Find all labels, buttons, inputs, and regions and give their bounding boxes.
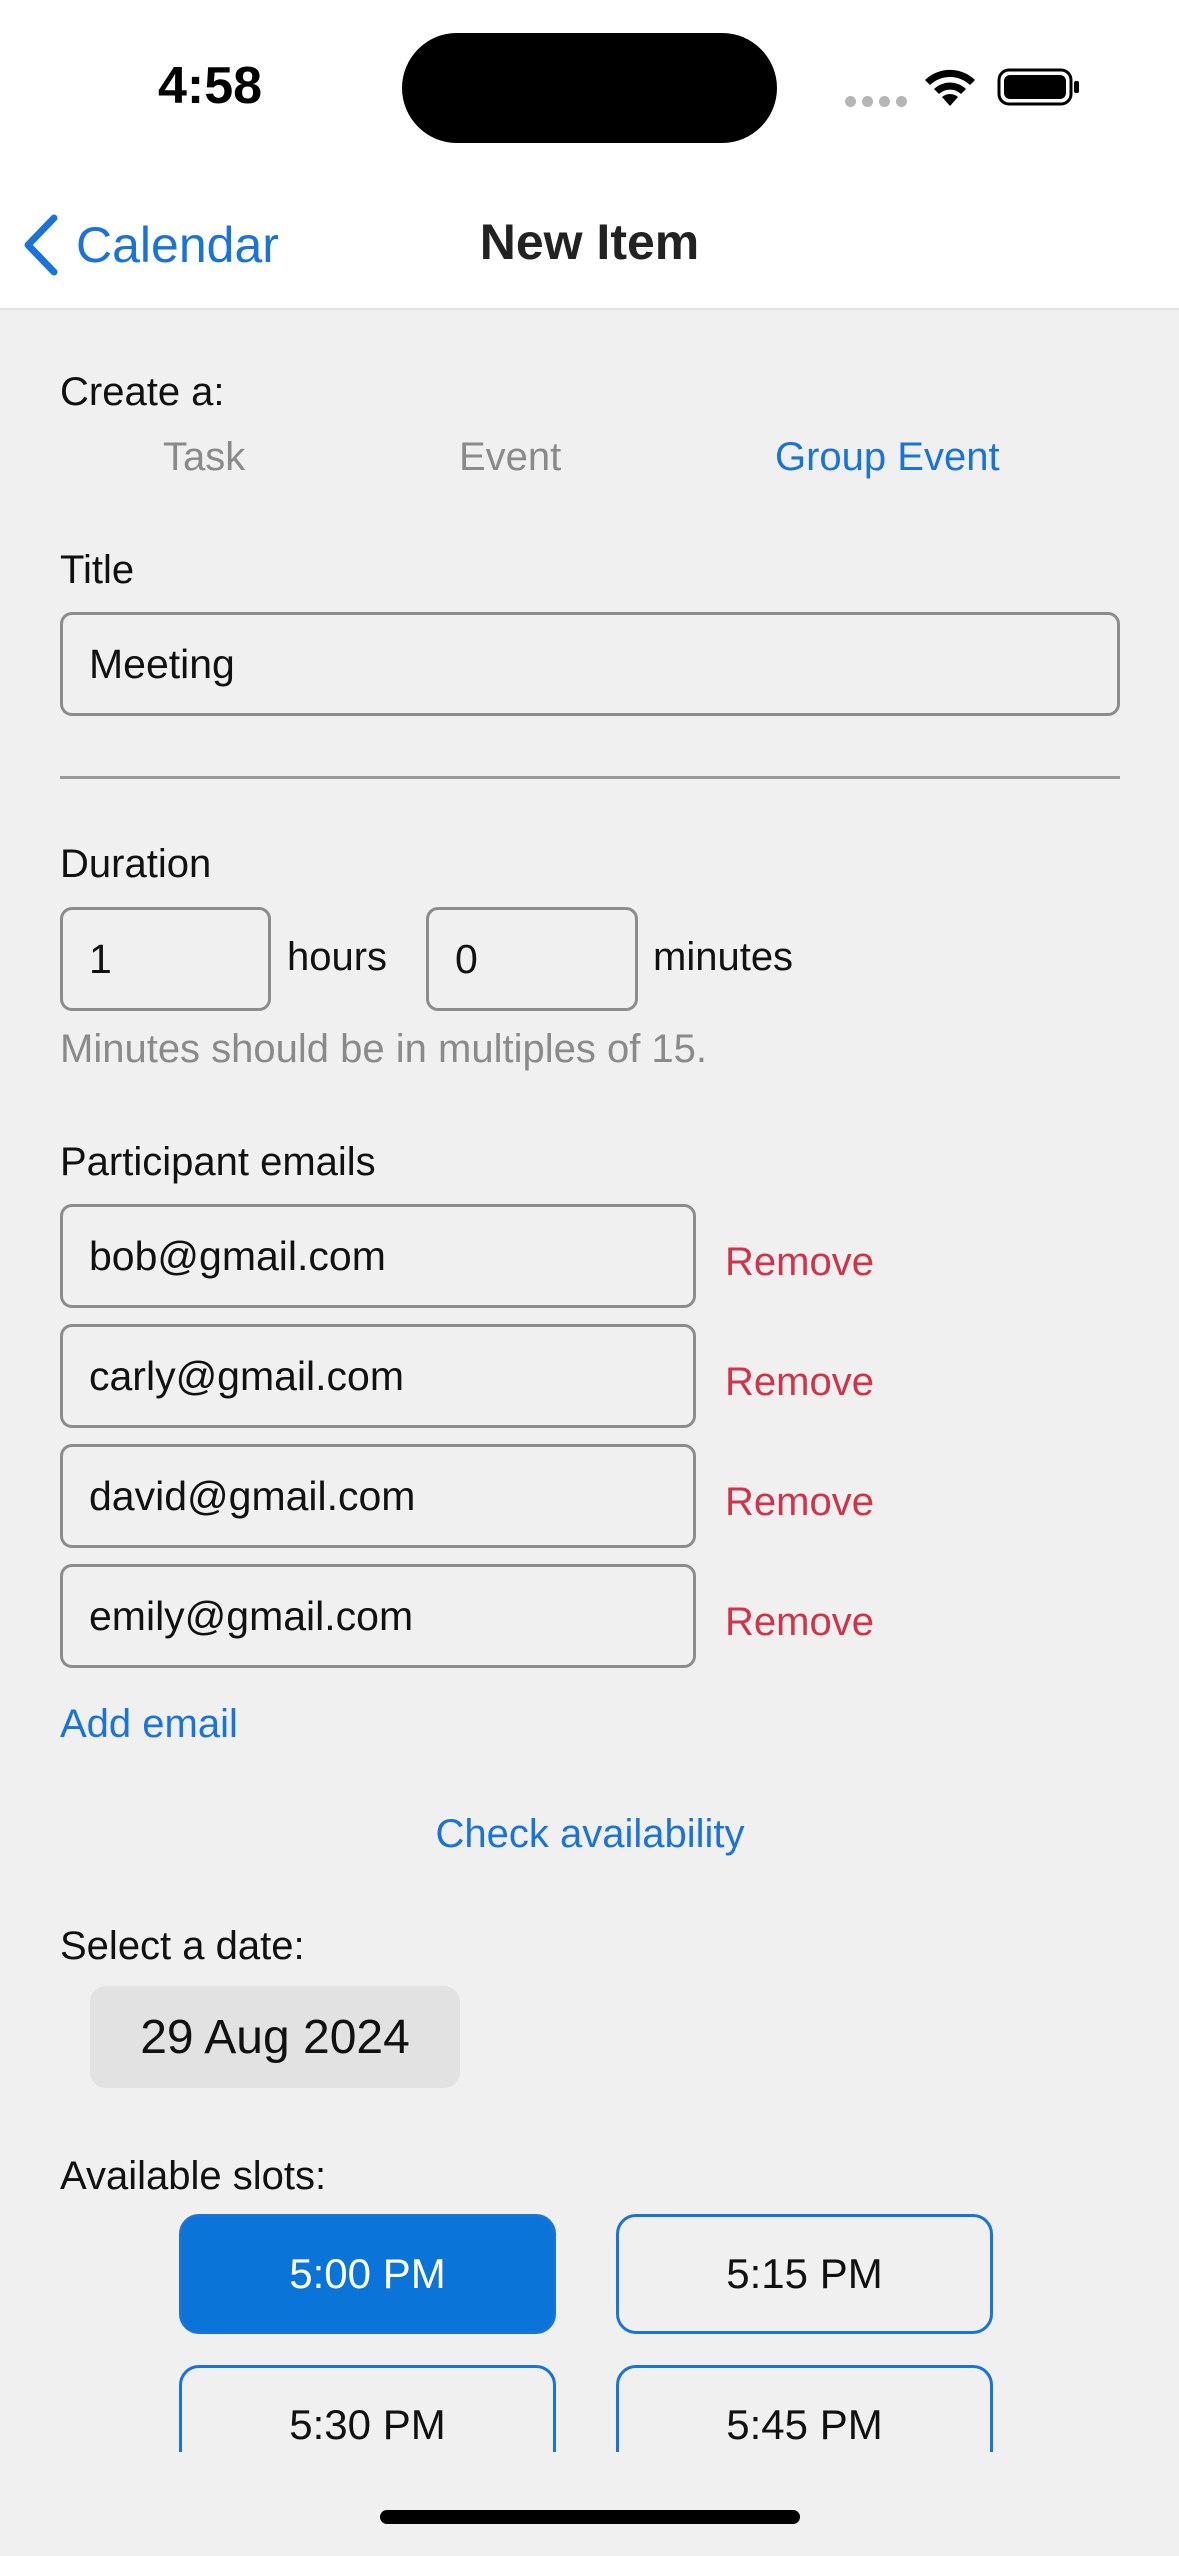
hours-input[interactable]: 1 <box>60 907 271 1011</box>
create-type-label: Create a: <box>60 370 225 414</box>
duration-hint: Minutes should be in multiples of 15. <box>60 1027 708 1071</box>
remove-email-button[interactable]: Remove <box>725 1600 874 1645</box>
minutes-unit-label: minutes <box>653 935 794 979</box>
section-divider <box>60 776 1120 779</box>
participant-email-value: emily@gmail.com <box>89 1592 414 1639</box>
title-input[interactable]: Meeting <box>60 612 1120 716</box>
navigation-bar: Calendar New Item <box>0 170 1179 310</box>
participant-email-input[interactable]: david@gmail.com <box>60 1444 696 1548</box>
participant-email-input[interactable]: bob@gmail.com <box>60 1204 696 1308</box>
cellular-signal-icon <box>845 96 907 107</box>
hours-input-value: 1 <box>89 935 112 982</box>
time-slot-button[interactable]: 5:30 PM <box>179 2365 556 2452</box>
remove-email-button[interactable]: Remove <box>725 1240 874 1285</box>
status-time: 4:58 <box>158 57 263 115</box>
date-picker-button[interactable]: 29 Aug 2024 <box>90 1986 460 2088</box>
time-slot-label: 5:00 PM <box>289 2250 446 2297</box>
segment-event[interactable]: Event <box>459 435 561 480</box>
participant-email-value: bob@gmail.com <box>89 1232 386 1279</box>
time-slot-button[interactable]: 5:00 PM <box>179 2214 556 2334</box>
participant-email-input[interactable]: carly@gmail.com <box>60 1324 696 1428</box>
time-slot-button[interactable]: 5:45 PM <box>616 2365 993 2452</box>
participant-email-value: david@gmail.com <box>89 1472 416 1519</box>
battery-icon <box>997 68 1079 106</box>
time-slot-label: 5:30 PM <box>289 2401 446 2448</box>
add-email-button[interactable]: Add email <box>60 1702 238 1747</box>
segment-group-event[interactable]: Group Event <box>775 435 1000 480</box>
slots-grid: 5:00 PM 5:15 PM 5:30 PM 5:45 PM <box>0 2210 1179 2452</box>
page-title: New Item <box>479 214 700 270</box>
status-bar: 4:58 <box>0 0 1179 170</box>
title-label: Title <box>60 548 135 592</box>
segment-task[interactable]: Task <box>163 435 245 480</box>
participant-email-input[interactable]: emily@gmail.com <box>60 1564 696 1668</box>
participant-emails-label: Participant emails <box>60 1140 376 1184</box>
wifi-icon <box>925 69 975 106</box>
time-slot-label: 5:45 PM <box>726 2401 883 2448</box>
duration-label: Duration <box>60 842 212 886</box>
dynamic-island <box>402 33 777 143</box>
title-input-value: Meeting <box>89 640 235 687</box>
minutes-input-value: 0 <box>455 935 478 982</box>
check-availability-button[interactable]: Check availability <box>60 1812 1120 1857</box>
remove-email-button[interactable]: Remove <box>725 1360 874 1405</box>
hours-unit-label: hours <box>287 935 388 979</box>
selected-date: 29 Aug 2024 <box>140 2010 410 2064</box>
time-slot-button[interactable]: 5:15 PM <box>616 2214 993 2334</box>
participant-email-value: carly@gmail.com <box>89 1352 405 1399</box>
available-slots-label: Available slots: <box>60 2154 327 2198</box>
time-slot-label: 5:15 PM <box>726 2250 883 2297</box>
home-indicator[interactable] <box>380 2510 800 2524</box>
minutes-input[interactable]: 0 <box>426 907 638 1011</box>
remove-email-button[interactable]: Remove <box>725 1480 874 1525</box>
select-date-label: Select a date: <box>60 1924 305 1968</box>
